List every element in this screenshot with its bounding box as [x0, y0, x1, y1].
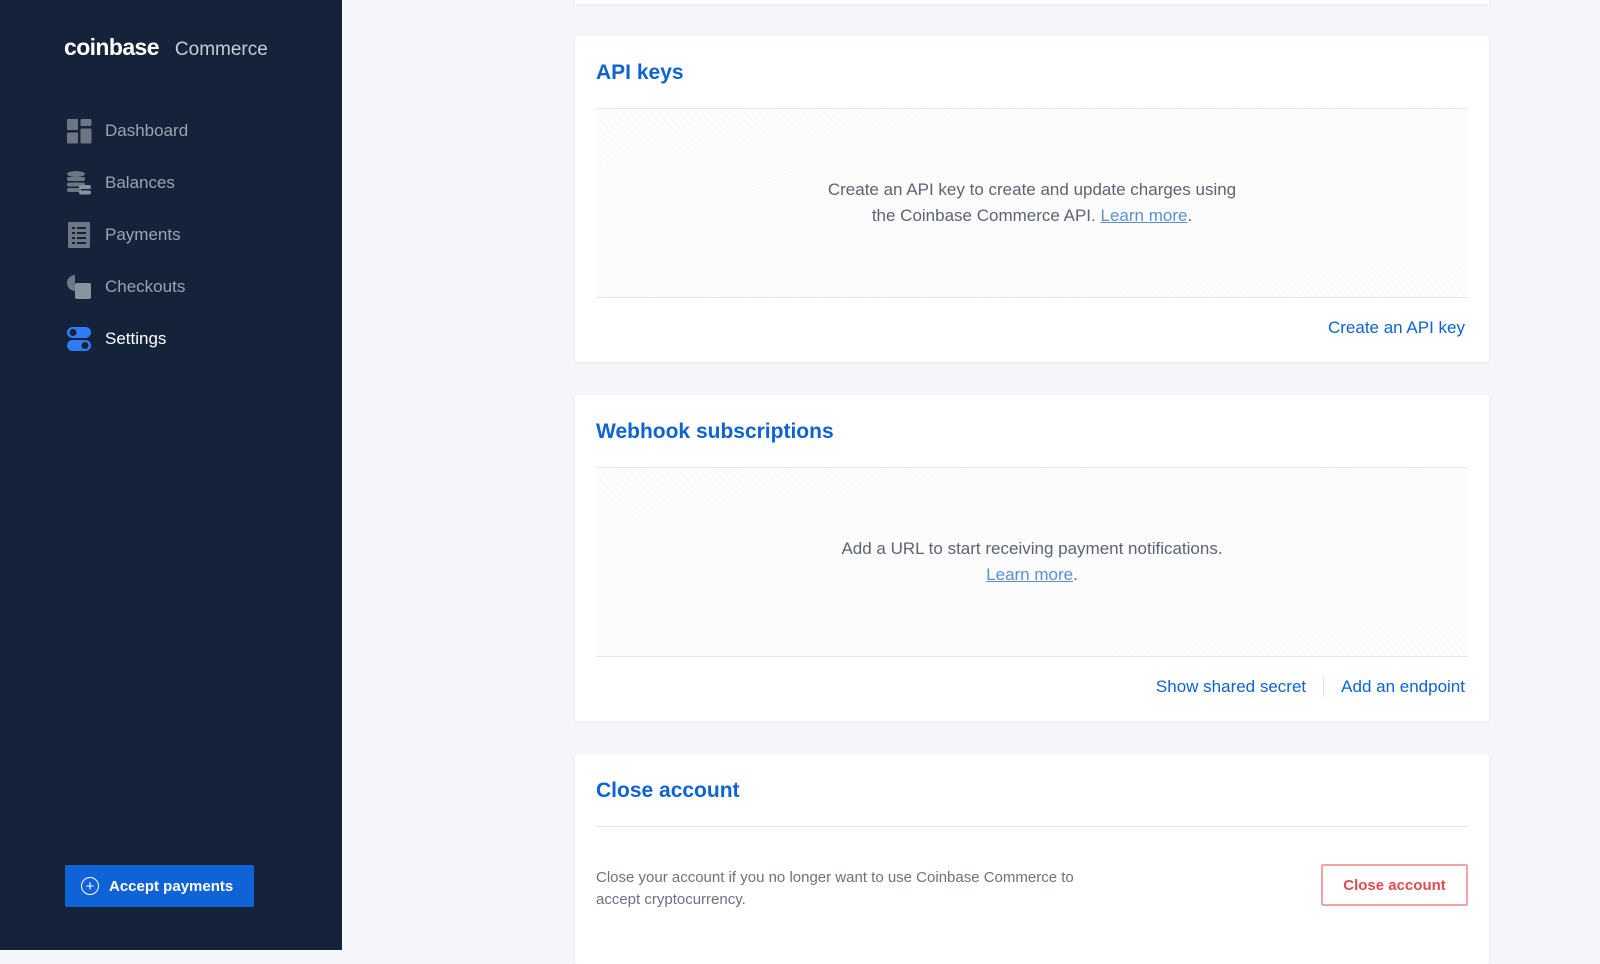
divider: [596, 826, 1468, 827]
create-api-key-button[interactable]: Create an API key: [1328, 318, 1465, 338]
close-account-description: Close your account if you no longer want…: [596, 869, 1074, 908]
sidebar-item-label: Payments: [105, 225, 181, 244]
dashboard-grid-icon: [66, 118, 92, 144]
accept-payments-label: Accept payments: [109, 877, 234, 895]
card-title: Webhook subscriptions: [596, 420, 834, 443]
close-account-card: Close account Close your account if you …: [575, 754, 1489, 964]
checkout-shapes-icon: [66, 274, 92, 300]
close-account-button[interactable]: Close account: [1321, 864, 1468, 906]
sidebar-item-label: Checkouts: [105, 277, 186, 296]
webhooks-footer: Show shared secret Add an endpoint: [1156, 677, 1465, 697]
sidebar-item-label: Dashboard: [105, 121, 189, 140]
divider: [596, 656, 1468, 657]
card-title: API keys: [596, 61, 684, 84]
sidebar-item-settings[interactable]: Settings: [66, 325, 188, 353]
learn-more-link[interactable]: Learn more: [1101, 206, 1188, 225]
empty-state-text: Add a URL to start receiving payment not…: [841, 536, 1222, 588]
logo-wordmark: coinbase: [64, 34, 160, 60]
api-keys-card: API keys Create an API key to create and…: [575, 36, 1489, 362]
footer-separator: [1323, 677, 1325, 697]
settings-main: API keys Create an API key to create and…: [342, 0, 1600, 964]
sidebar: coinbase Commerce Dashboard Balances Pay…: [0, 0, 342, 950]
period: .: [1187, 206, 1193, 225]
webhooks-empty-state: Add a URL to start receiving payment not…: [596, 468, 1468, 656]
period: .: [1073, 565, 1078, 584]
sidebar-item-label: Settings: [105, 329, 167, 348]
previous-card-edge: [575, 0, 1489, 4]
add-endpoint-button[interactable]: Add an endpoint: [1341, 677, 1465, 697]
divider: [596, 297, 1468, 298]
sidebar-nav: Dashboard Balances Payments Checkouts Se…: [66, 117, 188, 377]
toggle-switches-icon: [66, 326, 92, 352]
empty-line-1: Add a URL to start receiving payment not…: [841, 539, 1223, 558]
plus-circle-icon: +: [81, 877, 99, 895]
coin-stack-icon: [66, 170, 92, 196]
empty-line-2: the Coinbase Commerce API.: [871, 206, 1096, 225]
api-keys-empty-state: Create an API key to create and update c…: [596, 109, 1468, 297]
brand-logo[interactable]: coinbase Commerce: [64, 34, 268, 61]
sidebar-item-payments[interactable]: Payments: [66, 221, 188, 249]
sidebar-item-label: Balances: [105, 173, 175, 192]
accept-payments-button[interactable]: + Accept payments: [65, 865, 254, 907]
sidebar-item-dashboard[interactable]: Dashboard: [66, 117, 188, 145]
logo-product-name: Commerce: [174, 39, 268, 60]
learn-more-link[interactable]: Learn more: [986, 565, 1073, 584]
card-title: Close account: [596, 779, 740, 802]
empty-line-1: Create an API key to create and update c…: [827, 180, 1237, 199]
sidebar-item-checkouts[interactable]: Checkouts: [66, 273, 188, 301]
sidebar-item-balances[interactable]: Balances: [66, 169, 188, 197]
empty-state-text: Create an API key to create and update c…: [828, 177, 1236, 229]
api-keys-footer: Create an API key: [1328, 318, 1465, 338]
show-shared-secret-button[interactable]: Show shared secret: [1156, 677, 1306, 697]
receipt-list-icon: [66, 222, 92, 248]
webhook-subscriptions-card: Webhook subscriptions Add a URL to start…: [575, 395, 1489, 721]
